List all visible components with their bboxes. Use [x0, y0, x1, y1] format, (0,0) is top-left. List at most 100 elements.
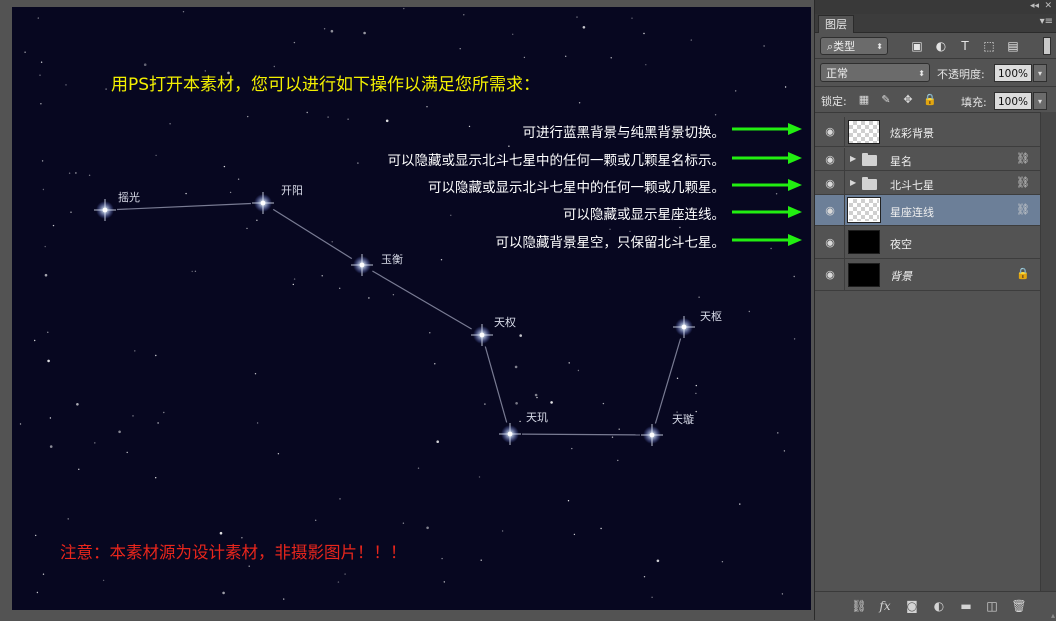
background-star — [777, 432, 779, 434]
tab-layers[interactable]: 图层 — [818, 15, 854, 33]
resize-grip-icon[interactable]: ▴ — [1051, 611, 1055, 620]
blend-mode-select[interactable]: 正常 ⬍ — [820, 63, 930, 82]
background-star — [679, 226, 681, 229]
background-star — [618, 428, 620, 430]
smart-object-filter-icon[interactable]: ▤ — [1005, 38, 1021, 54]
background-star — [784, 86, 787, 88]
lock-brush-icon[interactable]: ✎ — [879, 93, 893, 107]
background-star — [783, 450, 786, 452]
fill-label: 填充: — [961, 96, 987, 109]
collapse-icon[interactable]: ◂◂ — [1030, 1, 1039, 12]
background-star — [429, 332, 431, 334]
lock-move-icon[interactable]: ✥ — [901, 93, 915, 107]
background-star — [514, 365, 518, 369]
layer-row[interactable]: ◉ 夜空 — [815, 226, 1040, 259]
select-arrow-icon: ⬍ — [918, 69, 925, 78]
background-star — [793, 275, 795, 278]
background-star — [501, 530, 504, 532]
document-canvas[interactable]: 摇光 开阳 玉衡 天权 天玑 天璇 天枢 用PS打开本素材，您可以进行如下操作以满足您所需求… — [12, 7, 811, 610]
filter-toggle-switch[interactable] — [1043, 37, 1051, 55]
new-layer-icon[interactable]: ◫ — [984, 599, 1000, 613]
background-star — [182, 11, 185, 13]
background-star — [306, 111, 308, 114]
green-arrow-icon — [732, 206, 802, 218]
close-icon[interactable]: ✕ — [1044, 1, 1052, 12]
bright-star — [102, 207, 108, 213]
background-star — [515, 402, 518, 405]
background-star — [256, 219, 258, 221]
note-5: 可以隐藏背景星空，只保留北斗七星。 — [495, 235, 726, 251]
background-star — [568, 362, 570, 364]
mask-icon[interactable]: ◙ — [904, 599, 920, 613]
green-arrow-icon — [732, 234, 802, 246]
new-group-icon[interactable]: ▬ — [958, 599, 974, 613]
background-star — [35, 534, 37, 537]
blend-mode-label: 正常 — [826, 67, 848, 80]
layers-scrollbar[interactable] — [1040, 112, 1056, 592]
link-layers-icon[interactable]: ⛓ — [851, 599, 867, 613]
fill-dropdown-icon[interactable]: ▾ — [1033, 92, 1047, 110]
link-icon: ⛓ — [1016, 176, 1030, 189]
background-star — [392, 294, 395, 296]
opacity-dropdown-icon[interactable]: ▾ — [1033, 64, 1047, 82]
eye-icon[interactable]: ◉ — [822, 153, 838, 166]
fx-icon[interactable]: fx — [877, 599, 893, 613]
background-star — [246, 227, 248, 230]
background-star — [293, 41, 296, 44]
layer-row[interactable]: ◉ 背景 🔒 — [815, 259, 1040, 291]
opacity-field[interactable]: 100% — [994, 64, 1032, 82]
type-filter-icon[interactable]: T — [957, 38, 973, 54]
background-star — [512, 33, 514, 35]
fill-field[interactable]: 100% — [994, 92, 1032, 110]
expand-triangle-icon[interactable]: ▶ — [850, 178, 856, 187]
background-star — [49, 417, 52, 419]
background-star — [49, 445, 53, 448]
filter-kind-select[interactable]: ⌕类型 ⬍ — [820, 37, 888, 55]
background-star — [157, 422, 159, 424]
background-star — [781, 593, 784, 595]
layer-group-row[interactable]: ◉ ▶ 星名 ⛓ — [815, 148, 1040, 171]
background-star — [44, 273, 48, 277]
trash-icon[interactable]: 🗑 — [1011, 599, 1027, 613]
lock-all-icon[interactable]: 🔒 — [923, 93, 937, 107]
image-filter-icon[interactable]: ▣ — [909, 38, 925, 54]
background-star — [65, 84, 67, 86]
eye-icon[interactable]: ◉ — [822, 236, 838, 249]
background-star — [78, 468, 80, 470]
background-star — [47, 331, 49, 333]
background-star — [571, 447, 573, 450]
layer-row[interactable]: ◉ 炫彩背景 — [815, 117, 1040, 147]
background-star — [132, 415, 134, 417]
panel-menu-icon[interactable]: ▾≡ — [1040, 16, 1053, 27]
background-star — [443, 581, 445, 583]
background-star — [34, 339, 36, 342]
bright-star — [507, 431, 513, 437]
lock-transparent-icon[interactable]: ▦ — [857, 93, 871, 107]
background-star — [735, 90, 737, 92]
panel-bottom-bar: ⛓ fx ◙ ◐ ▬ ◫ 🗑 ▴ — [815, 591, 1056, 621]
background-star — [536, 396, 538, 399]
background-star — [247, 115, 249, 118]
panel-title-bar[interactable]: ◂◂ ✕ — [815, 0, 1056, 14]
bright-star — [359, 262, 365, 268]
eye-icon[interactable]: ◉ — [822, 177, 838, 190]
eye-icon[interactable]: ◉ — [822, 204, 838, 217]
background-star — [40, 61, 43, 63]
expand-triangle-icon[interactable]: ▶ — [850, 154, 856, 163]
background-star — [567, 500, 570, 502]
background-star — [194, 270, 197, 272]
background-star — [134, 350, 136, 352]
background-star — [339, 498, 341, 500]
note-1: 可进行蓝黑背景与纯黑背景切换。 — [522, 125, 726, 141]
background-star — [219, 531, 223, 535]
background-star — [763, 45, 765, 47]
layer-row-selected[interactable]: ◉ 星座连线 ⛓ — [815, 195, 1040, 226]
eye-icon[interactable]: ◉ — [822, 125, 838, 138]
layer-group-row[interactable]: ◉ ▶ 北斗七星 ⛓ — [815, 171, 1040, 195]
shape-filter-icon[interactable]: ⬚ — [981, 38, 997, 54]
adjustment-layer-icon[interactable]: ◐ — [931, 599, 947, 613]
background-star — [283, 598, 285, 600]
eye-icon[interactable]: ◉ — [822, 268, 838, 281]
adjustment-filter-icon[interactable]: ◐ — [933, 38, 949, 54]
background-star — [76, 403, 79, 406]
